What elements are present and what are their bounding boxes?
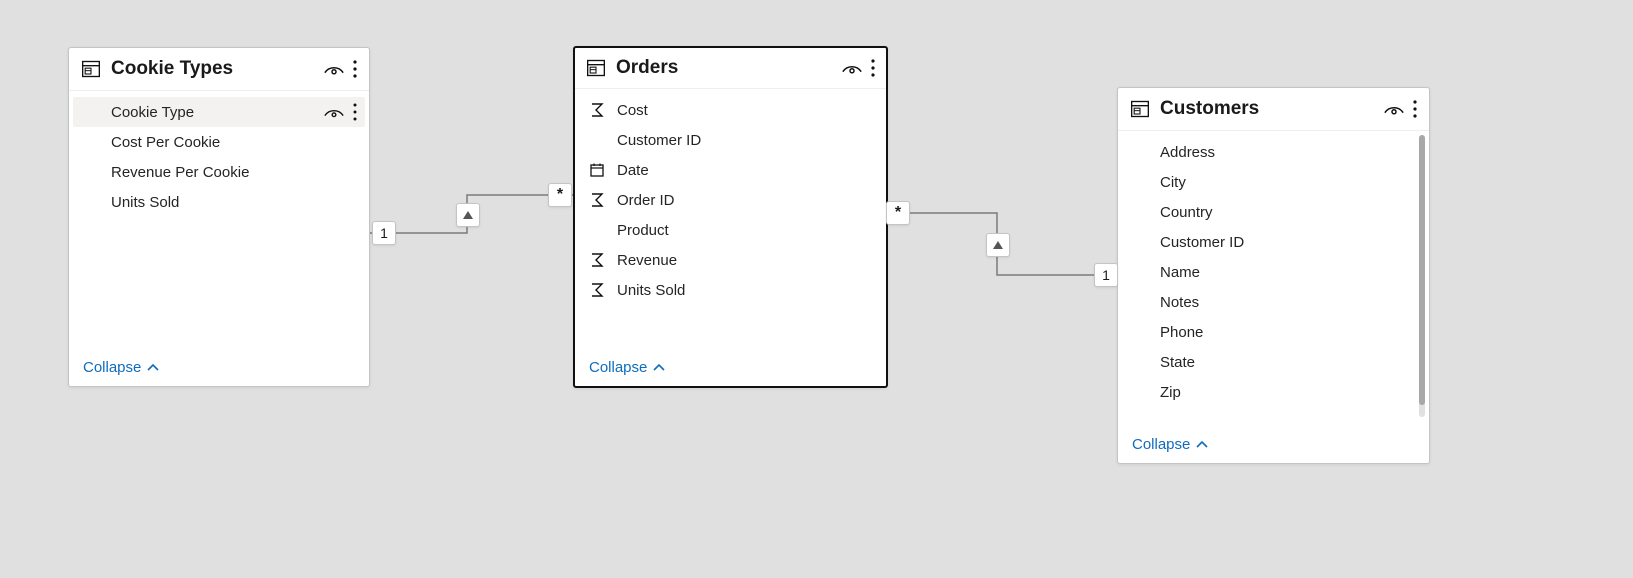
- sigma-icon: [587, 252, 607, 268]
- field-row[interactable]: Revenue: [579, 245, 882, 275]
- field-label: Customer ID: [1160, 234, 1244, 251]
- collapse-label: Collapse: [589, 359, 647, 376]
- field-label: Revenue: [617, 252, 677, 269]
- field-label: Date: [617, 162, 649, 179]
- field-row[interactable]: Address: [1122, 137, 1425, 167]
- cardinality-badge-one: 1: [1094, 263, 1118, 287]
- field-list: Cost Customer ID Date Order ID Product Revenu…: [575, 89, 886, 348]
- field-label: Name: [1160, 264, 1200, 281]
- collapse-button[interactable]: Collapse: [589, 359, 872, 376]
- field-row[interactable]: Customer ID: [1122, 227, 1425, 257]
- visibility-icon[interactable]: [841, 61, 863, 75]
- more-options-icon[interactable]: [1413, 100, 1417, 118]
- table-card-customers[interactable]: Customers Address City Country Customer ID N…: [1117, 87, 1430, 464]
- cardinality-badge-one: 1: [372, 221, 396, 245]
- field-row[interactable]: Product: [579, 215, 882, 245]
- card-header[interactable]: Cookie Types: [69, 48, 369, 91]
- card-header[interactable]: Customers: [1118, 88, 1429, 131]
- field-row[interactable]: Country: [1122, 197, 1425, 227]
- field-label: Revenue Per Cookie: [111, 164, 249, 181]
- field-label: Country: [1160, 204, 1213, 221]
- more-options-icon[interactable]: [353, 103, 357, 121]
- card-header[interactable]: Orders: [575, 48, 886, 89]
- visibility-icon[interactable]: [1383, 102, 1405, 116]
- cardinality-badge-many: *: [886, 201, 910, 225]
- field-row[interactable]: State: [1122, 347, 1425, 377]
- field-row[interactable]: Phone: [1122, 317, 1425, 347]
- field-list: Address City Country Customer ID Name Notes Ph…: [1118, 131, 1429, 425]
- visibility-icon[interactable]: [323, 105, 345, 119]
- scrollbar-thumb[interactable]: [1419, 135, 1425, 405]
- field-row[interactable]: Units Sold: [579, 275, 882, 305]
- table-card-cookie-types[interactable]: Cookie Types Cookie Type Cost Per Cookie R…: [68, 47, 370, 387]
- more-options-icon[interactable]: [871, 59, 875, 77]
- more-options-icon[interactable]: [353, 60, 357, 78]
- calendar-icon: [587, 162, 607, 178]
- field-list: Cookie Type Cost Per Cookie Revenue Per Co…: [69, 91, 369, 348]
- card-title: Cookie Types: [111, 58, 323, 80]
- field-row[interactable]: City: [1122, 167, 1425, 197]
- model-canvas[interactable]: Cookie Types Cookie Type Cost Per Cookie R…: [0, 0, 1633, 578]
- collapse-label: Collapse: [83, 359, 141, 376]
- field-row[interactable]: Date: [579, 155, 882, 185]
- filter-direction-icon[interactable]: [456, 203, 480, 227]
- field-row[interactable]: Cost Per Cookie: [73, 127, 365, 157]
- field-row[interactable]: Name: [1122, 257, 1425, 287]
- field-label: Units Sold: [111, 194, 179, 211]
- field-label: City: [1160, 174, 1186, 191]
- field-label: Zip: [1160, 384, 1181, 401]
- table-card-orders[interactable]: Orders Cost Customer ID Date Order ID Produc…: [573, 46, 888, 388]
- field-row[interactable]: Units Sold: [73, 187, 365, 217]
- field-label: Cookie Type: [111, 104, 194, 121]
- field-label: Cost Per Cookie: [111, 134, 220, 151]
- field-label: Phone: [1160, 324, 1203, 341]
- sigma-icon: [587, 282, 607, 298]
- filter-direction-icon[interactable]: [986, 233, 1010, 257]
- field-row[interactable]: Cost: [579, 95, 882, 125]
- field-row[interactable]: Cookie Type: [73, 97, 365, 127]
- table-icon: [586, 58, 606, 78]
- field-row[interactable]: Order ID: [579, 185, 882, 215]
- field-label: State: [1160, 354, 1195, 371]
- sigma-icon: [587, 192, 607, 208]
- collapse-button[interactable]: Collapse: [83, 359, 355, 376]
- table-icon: [81, 59, 101, 79]
- field-label: Customer ID: [617, 132, 701, 149]
- collapse-label: Collapse: [1132, 436, 1190, 453]
- field-label: Cost: [617, 102, 648, 119]
- sigma-icon: [587, 102, 607, 118]
- field-label: Units Sold: [617, 282, 685, 299]
- field-label: Product: [617, 222, 669, 239]
- collapse-button[interactable]: Collapse: [1132, 436, 1415, 453]
- field-label: Order ID: [617, 192, 675, 209]
- field-label: Notes: [1160, 294, 1199, 311]
- field-row[interactable]: Notes: [1122, 287, 1425, 317]
- card-title: Orders: [616, 57, 841, 79]
- visibility-icon[interactable]: [323, 62, 345, 76]
- field-row[interactable]: Zip: [1122, 377, 1425, 407]
- cardinality-badge-many: *: [548, 183, 572, 207]
- field-row[interactable]: Revenue Per Cookie: [73, 157, 365, 187]
- card-title: Customers: [1160, 98, 1383, 120]
- field-label: Address: [1160, 144, 1215, 161]
- table-icon: [1130, 99, 1150, 119]
- field-row[interactable]: Customer ID: [579, 125, 882, 155]
